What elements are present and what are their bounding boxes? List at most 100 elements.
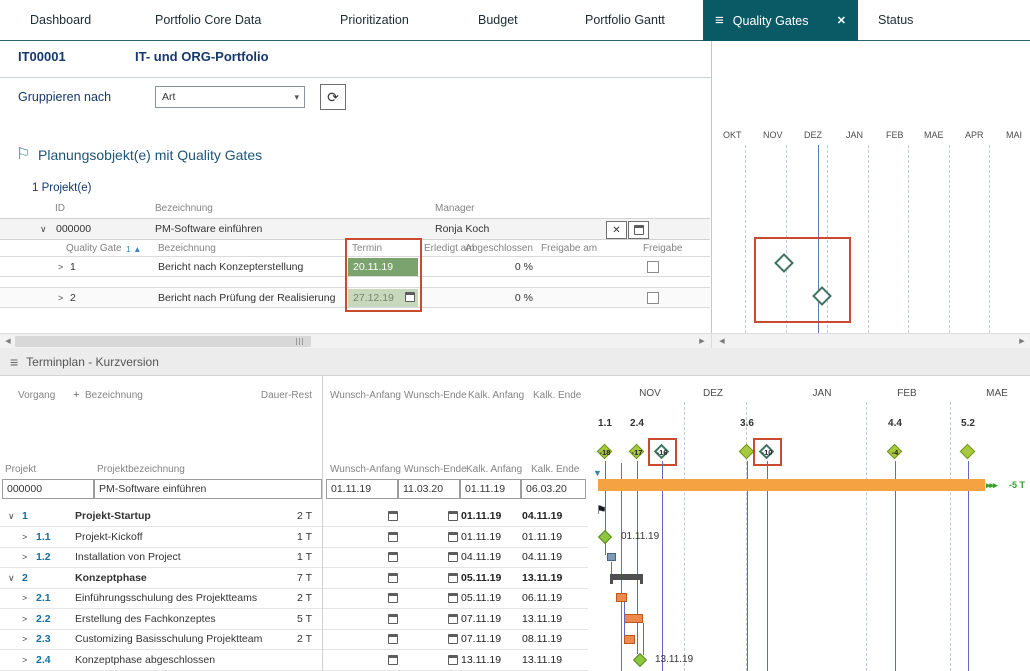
- project-id-cell[interactable]: 000000: [2, 479, 94, 499]
- scroll-left-icon[interactable]: ◀: [1, 334, 15, 348]
- expand-icon[interactable]: >: [22, 532, 27, 542]
- tab-quality-gates[interactable]: ≡ Quality Gates ✕: [703, 0, 858, 41]
- calendar-icon[interactable]: [448, 634, 458, 644]
- calendar-icon[interactable]: [448, 511, 458, 521]
- task-row-2-3[interactable]: > 2.3 Customizing Basisschulung Projektt…: [0, 629, 588, 650]
- scrollbar-thumb[interactable]: [15, 336, 311, 347]
- col-wunsch-ende[interactable]: Wunsch-Ende: [404, 390, 467, 401]
- task-bar-fachkonzept[interactable]: [624, 614, 643, 623]
- calendar-icon[interactable]: [448, 552, 458, 562]
- col-abgeschlossen[interactable]: Abgeschlossen: [455, 243, 533, 254]
- freigabe-checkbox[interactable]: [647, 292, 659, 304]
- calendar-icon[interactable]: [388, 552, 398, 562]
- project-row[interactable]: ∨ 000000 PM-Software einführen Ronja Koc…: [0, 218, 710, 240]
- summary-bar-konzeptphase[interactable]: [610, 574, 643, 584]
- calendar-icon[interactable]: [388, 593, 398, 603]
- calendar-icon[interactable]: [448, 573, 458, 583]
- project-name-cell[interactable]: PM-Software einführen: [94, 479, 322, 499]
- col-dauer-rest[interactable]: Dauer-Rest: [252, 390, 312, 401]
- expand-icon[interactable]: >: [22, 593, 27, 603]
- col-freigabe[interactable]: Freigabe: [643, 243, 682, 254]
- col-task-bezeichnung[interactable]: Bezeichnung: [85, 390, 143, 401]
- kalk-ende-cell[interactable]: 06.03.20: [521, 479, 586, 499]
- task-row-2-1[interactable]: > 2.1 Einführungsschulung des Projekttea…: [0, 588, 588, 609]
- task-row-2-2[interactable]: > 2.2 Erstellung des Fachkonzeptes 5 T 0…: [0, 609, 588, 630]
- col-vorgang[interactable]: Vorgang: [18, 390, 55, 401]
- quality-gate-diamond[interactable]: -16: [653, 443, 671, 461]
- task-bar-schulung[interactable]: [616, 593, 627, 602]
- scroll-right-icon[interactable]: ▶: [695, 334, 709, 348]
- col-freigabe-am[interactable]: Freigabe am: [541, 243, 597, 254]
- gate-row-2[interactable]: > 2 Bericht nach Prüfung der Realisierun…: [0, 287, 710, 308]
- calendar-icon[interactable]: [388, 532, 398, 542]
- task-row-2[interactable]: ∨ 2 Konzeptphase 7 T 05.11.19 13.11.19: [0, 568, 588, 589]
- task-bar-installation[interactable]: [607, 553, 616, 561]
- quality-gate-diamond[interactable]: [774, 253, 794, 273]
- calendar-icon[interactable]: [448, 532, 458, 542]
- h-scrollbar-left[interactable]: ◀ ▶: [0, 333, 711, 348]
- calendar-icon[interactable]: [388, 573, 398, 583]
- add-column-button[interactable]: +: [73, 389, 79, 401]
- h-scrollbar-right[interactable]: ◀ ▶: [711, 333, 1030, 348]
- collapse-icon[interactable]: ∨: [8, 573, 15, 584]
- task-bar-customizing[interactable]: [624, 635, 635, 644]
- refresh-button[interactable]: ⟳: [320, 84, 346, 110]
- col-quality-gate[interactable]: Quality Gate: [66, 243, 122, 254]
- expand-icon[interactable]: >: [22, 634, 27, 644]
- calendar-icon[interactable]: [388, 511, 398, 521]
- quality-gate-diamond[interactable]: -10: [758, 443, 776, 461]
- col-kalk-anfang[interactable]: Kalk. Anfang: [468, 390, 524, 401]
- startup-flag-icon[interactable]: ⚑: [596, 504, 607, 516]
- task-row-1-2[interactable]: > 1.2 Installation von Project 1 T 04.11…: [0, 547, 588, 568]
- tab-dashboard[interactable]: Dashboard: [30, 0, 91, 40]
- col-termin[interactable]: Termin: [352, 243, 382, 254]
- collapse-icon[interactable]: ∨: [8, 511, 15, 522]
- groupby-select[interactable]: Art ▾: [155, 86, 305, 108]
- tab-prioritization[interactable]: Prioritization: [340, 0, 409, 40]
- milestone-konzept-ende[interactable]: [632, 652, 648, 668]
- remove-button[interactable]: ✕: [606, 221, 627, 239]
- gate-termin-field[interactable]: 27.12.19: [348, 289, 418, 307]
- tab-portfolio-core-data[interactable]: Portfolio Core Data: [155, 0, 261, 40]
- column-divider[interactable]: [322, 376, 323, 671]
- col-wunsch-anfang[interactable]: Wunsch-Anfang: [330, 390, 401, 401]
- expand-icon[interactable]: >: [22, 552, 27, 562]
- collapse-icon[interactable]: ∨: [40, 224, 47, 235]
- expand-icon[interactable]: >: [58, 262, 63, 272]
- expand-icon[interactable]: >: [22, 614, 27, 624]
- milestone-diamond[interactable]: -17: [628, 443, 646, 461]
- milestone-diamond[interactable]: -18: [596, 443, 614, 461]
- wunsch-anfang-cell[interactable]: 01.11.19: [326, 479, 398, 499]
- gate-termin-field[interactable]: 20.11.19: [348, 258, 418, 276]
- expand-icon[interactable]: >: [22, 655, 27, 665]
- milestone-diamond[interactable]: [959, 443, 977, 461]
- project-bar[interactable]: [598, 479, 985, 491]
- quality-gate-diamond[interactable]: [812, 286, 832, 306]
- calendar-icon[interactable]: [405, 292, 415, 302]
- freigabe-checkbox[interactable]: [647, 261, 659, 273]
- tab-status[interactable]: Status: [878, 0, 913, 40]
- col-gate-bezeichnung[interactable]: Bezeichnung: [158, 243, 216, 254]
- calendar-icon[interactable]: [448, 593, 458, 603]
- calendar-icon[interactable]: [448, 614, 458, 624]
- kalk-anfang-cell[interactable]: 01.11.19: [460, 479, 521, 499]
- milestone-diamond[interactable]: -4: [886, 443, 904, 461]
- project-summary-row[interactable]: 000000 PM-Software einführen 01.11.19 11…: [0, 479, 588, 499]
- task-row-2-4[interactable]: > 2.4 Konzeptphase abgeschlossen 13.11.1…: [0, 650, 588, 671]
- calendar-icon[interactable]: [388, 614, 398, 624]
- calendar-icon[interactable]: [448, 655, 458, 665]
- expand-icon[interactable]: >: [58, 293, 63, 303]
- tab-budget[interactable]: Budget: [478, 0, 518, 40]
- gate-row-1[interactable]: > 1 Bericht nach Konzepterstellung 20.11…: [0, 256, 710, 277]
- col-kalk-ende[interactable]: Kalk. Ende: [533, 390, 581, 401]
- task-row-1[interactable]: ∨ 1 Projekt-Startup 2 T 01.11.19 04.11.1…: [0, 506, 588, 527]
- tab-portfolio-gantt[interactable]: Portfolio Gantt: [585, 0, 665, 40]
- scroll-right-icon[interactable]: ▶: [1015, 334, 1029, 348]
- calendar-icon[interactable]: [388, 655, 398, 665]
- close-tab-icon[interactable]: ✕: [837, 14, 846, 27]
- calendar-icon[interactable]: [388, 634, 398, 644]
- calendar-button[interactable]: [628, 221, 649, 239]
- wunsch-ende-cell[interactable]: 11.03.20: [398, 479, 460, 499]
- scroll-left-icon[interactable]: ◀: [715, 334, 729, 348]
- task-row-1-1[interactable]: > 1.1 Projekt-Kickoff 1 T 01.11.19 01.11…: [0, 527, 588, 548]
